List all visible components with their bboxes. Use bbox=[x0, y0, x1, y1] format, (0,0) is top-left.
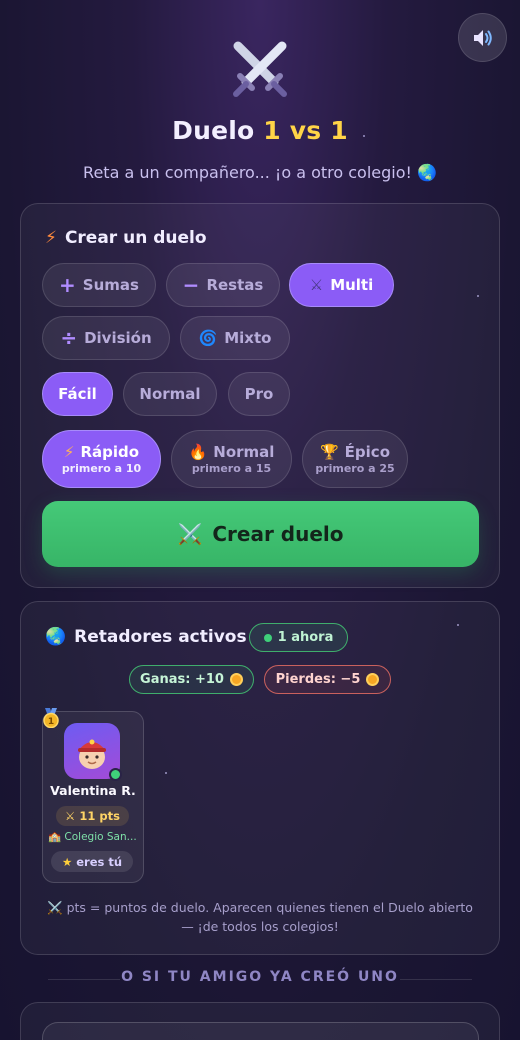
sound-toggle-button[interactable] bbox=[458, 13, 507, 62]
mode-label: Épico bbox=[344, 443, 390, 461]
operation-label: Multi bbox=[330, 276, 374, 294]
page-subtitle: Reta a un compañero... ¡o a otro colegio… bbox=[83, 163, 437, 182]
lightning-icon: ⚡ bbox=[63, 443, 75, 461]
title-highlight: 1 vs 1 bbox=[263, 116, 348, 145]
fire-icon: 🔥 bbox=[188, 443, 208, 461]
player-points: 11 pts bbox=[79, 809, 120, 823]
operation-label: División bbox=[84, 329, 152, 347]
online-count-label: 1 ahora bbox=[277, 630, 334, 645]
lose-penalty-badge: Pierdes: −5 bbox=[264, 665, 391, 694]
mode-sublabel: primero a 25 bbox=[315, 462, 395, 475]
difficulty-label: Normal bbox=[139, 385, 201, 403]
coin-icon bbox=[366, 673, 380, 686]
crossed-swords-icon: ⚔️ bbox=[177, 522, 203, 546]
gold-medal-icon: 1 bbox=[43, 708, 59, 728]
operation-mixed-button[interactable]: 🌀 Mixto bbox=[180, 316, 290, 360]
player-school: 🏫 Colegio San... bbox=[48, 831, 137, 843]
mode-label: Normal bbox=[213, 443, 275, 461]
lose-penalty-label: Pierdes: −5 bbox=[275, 672, 361, 687]
page-title: Duelo 1 vs 1 bbox=[0, 116, 520, 145]
create-duel-title-text: Crear un duelo bbox=[64, 228, 207, 248]
win-reward-label: Ganas: +10 bbox=[140, 672, 224, 687]
cyclone-icon: 🌀 bbox=[198, 329, 218, 347]
operation-multiply-button[interactable]: ⚔ Multi bbox=[289, 263, 394, 307]
difficulty-label: Fácil bbox=[58, 385, 97, 403]
difficulty-pro-button[interactable]: Pro bbox=[228, 372, 290, 416]
difficulty-normal-button[interactable]: Normal bbox=[123, 372, 217, 416]
challengers-title-text: Retadores activos bbox=[74, 627, 247, 647]
duel-code-input[interactable] bbox=[42, 1022, 479, 1040]
online-status-dot bbox=[109, 768, 122, 781]
create-duel-title: ⚡ Crear un duelo bbox=[45, 228, 207, 248]
operation-label: Restas bbox=[206, 276, 264, 294]
coin-icon bbox=[229, 673, 243, 686]
mode-fast-button[interactable]: ⚡ Rápido primero a 10 bbox=[42, 430, 161, 488]
challengers-title: 🌏 Retadores activos bbox=[45, 627, 247, 647]
player-name: Valentina R. bbox=[50, 783, 136, 798]
difficulty-easy-button[interactable]: Fácil bbox=[42, 372, 113, 416]
create-duel-button-label: Crear duelo bbox=[212, 522, 344, 546]
operation-label: Sumas bbox=[82, 276, 139, 294]
crossed-swords-icon bbox=[233, 41, 287, 97]
online-dot-icon bbox=[263, 633, 272, 642]
globe-icon: 🌏 bbox=[45, 627, 67, 647]
you-badge: ★ eres tú bbox=[51, 851, 133, 872]
divide-icon: ÷ bbox=[60, 326, 78, 350]
mode-epic-button[interactable]: 🏆 Épico primero a 25 bbox=[302, 430, 408, 488]
star-icon: ★ bbox=[61, 854, 73, 869]
operation-label: Mixto bbox=[224, 329, 272, 347]
points-explanation: ⚔️ pts = puntos de duelo. Aparecen quien… bbox=[47, 900, 473, 934]
difficulty-label: Pro bbox=[244, 385, 274, 403]
crossed-swords-icon: ⚔ bbox=[65, 809, 76, 823]
join-section-divider: O SI TU AMIGO YA CREÓ UNO bbox=[121, 969, 399, 985]
crossed-swords-icon: ⚔ bbox=[309, 276, 324, 294]
operation-sums-button[interactable]: + Sumas bbox=[42, 263, 156, 307]
title-prefix: Duelo bbox=[172, 116, 264, 145]
win-reward-badge: Ganas: +10 bbox=[129, 665, 254, 694]
online-count-badge: 1 ahora bbox=[249, 623, 348, 652]
you-label: eres tú bbox=[76, 854, 123, 869]
minus-icon: − bbox=[182, 273, 200, 297]
create-duel-button[interactable]: ⚔️ Crear duelo bbox=[42, 501, 479, 567]
mode-normal-button[interactable]: 🔥 Normal primero a 15 bbox=[171, 430, 292, 488]
operation-division-button[interactable]: ÷ División bbox=[42, 316, 170, 360]
mode-sublabel: primero a 10 bbox=[61, 462, 142, 475]
mode-label: Rápido bbox=[80, 443, 140, 461]
mode-sublabel: primero a 15 bbox=[191, 462, 272, 475]
operation-subtract-button[interactable]: − Restas bbox=[166, 263, 280, 307]
lightning-icon: ⚡ bbox=[45, 228, 57, 248]
plus-icon: + bbox=[59, 273, 76, 297]
trophy-icon: 🏆 bbox=[319, 443, 339, 461]
player-rank: 1 bbox=[48, 717, 54, 727]
speaker-icon bbox=[473, 29, 492, 46]
player-points-badge: ⚔ 11 pts bbox=[56, 806, 129, 826]
